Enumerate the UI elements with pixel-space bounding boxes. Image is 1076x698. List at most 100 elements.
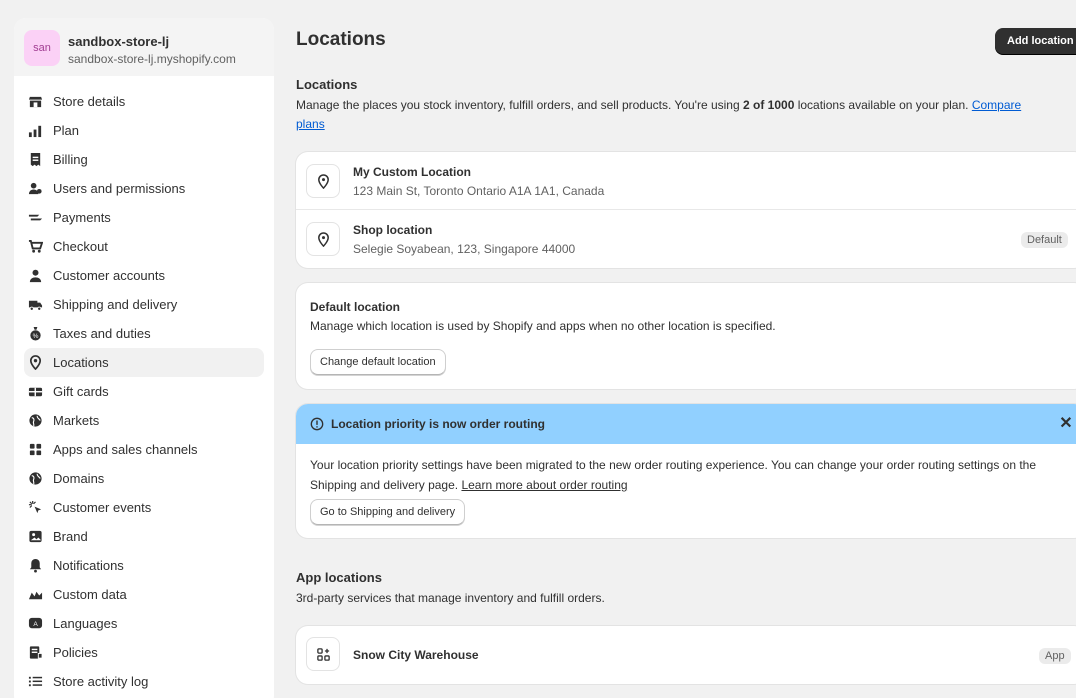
locations-list-card: My Custom Location 123 Main St, Toronto … [296, 152, 1076, 268]
sidebar-item-languages[interactable]: A Languages [14, 609, 274, 638]
add-location-button[interactable]: Add location [995, 28, 1076, 54]
info-icon [310, 417, 324, 431]
sidebar-item-billing[interactable]: Billing [14, 145, 274, 174]
desc-text: locations available on your plan. [794, 98, 972, 112]
brand-icon [27, 529, 43, 545]
sidebar-item-customer-events[interactable]: Customer events [14, 493, 274, 522]
sidebar-item-store-details[interactable]: Store details [14, 87, 274, 116]
sidebar-item-shipping[interactable]: Shipping and delivery [14, 290, 274, 319]
banner-header: Location priority is now order routing [296, 404, 1076, 444]
banner-text: Your location priority settings have bee… [310, 455, 1070, 495]
desc-usage-count: 2 of 1000 [743, 98, 795, 112]
sidebar-item-users[interactable]: Users and permissions [14, 174, 274, 203]
location-address: Selegie Soyabean, 123, Singapore 44000 [353, 242, 576, 256]
order-routing-banner: Location priority is now order routing ✕… [296, 404, 1076, 538]
locations-description: Manage the places you stock inventory, f… [296, 96, 1066, 134]
page-title: Locations [296, 29, 386, 50]
app-locations-heading: App locations [296, 570, 382, 585]
sidebar-item-label: Locations [53, 355, 109, 370]
app-locations-card: Snow City Warehouse App [296, 626, 1076, 684]
sidebar-item-label: Taxes and duties [53, 326, 151, 341]
banner-title: Location priority is now order routing [331, 417, 546, 431]
sidebar-item-label: Checkout [53, 239, 108, 254]
location-pin-icon [306, 164, 340, 198]
app-location-name: Snow City Warehouse [353, 648, 479, 662]
desc-text: Manage the places you stock inventory, f… [296, 98, 743, 112]
sidebar-item-label: Plan [53, 123, 80, 138]
sidebar-item-brand[interactable]: Brand [14, 522, 274, 551]
go-to-shipping-button[interactable]: Go to Shipping and delivery [310, 499, 466, 525]
cart-icon [27, 239, 43, 255]
sidebar-item-label: Domains [53, 471, 105, 486]
default-location-title: Default location [310, 300, 401, 314]
sidebar-item-label: Brand [53, 529, 88, 544]
sidebar-item-checkout[interactable]: Checkout [14, 232, 274, 261]
default-location-text: Manage which location is used by Shopify… [310, 319, 776, 333]
globe-icon [27, 413, 43, 429]
sidebar-item-label: Custom data [53, 587, 127, 602]
users-icon [27, 181, 43, 197]
store-name: sandbox-store-lj [68, 34, 170, 49]
sidebar-item-label: Markets [53, 413, 100, 428]
sidebar-item-label: Customer events [53, 500, 152, 515]
apps-icon [27, 442, 43, 458]
sidebar-item-label: Notifications [53, 558, 124, 573]
list-icon [27, 674, 43, 690]
sidebar-item-label: Store details [53, 94, 126, 109]
app-location-row[interactable]: Snow City Warehouse App [296, 626, 1076, 684]
change-default-location-button[interactable]: Change default location [310, 349, 446, 375]
gift-card-icon [27, 384, 43, 400]
sidebar-item-gift-cards[interactable]: Gift cards [14, 377, 274, 406]
policies-icon [27, 645, 43, 661]
settings-nav: Store details Plan Billing Users and per… [14, 87, 274, 696]
location-row[interactable]: Shop location Selegie Soyabean, 123, Sin… [296, 210, 1076, 268]
default-badge: Default [1021, 232, 1068, 248]
location-row[interactable]: My Custom Location 123 Main St, Toronto … [296, 152, 1076, 210]
sidebar-item-notifications[interactable]: Notifications [14, 551, 274, 580]
sidebar-item-payments[interactable]: Payments [14, 203, 274, 232]
cursor-icon [27, 500, 43, 516]
sidebar-item-customer-accounts[interactable]: Customer accounts [14, 261, 274, 290]
store-domain: sandbox-store-lj.myshopify.com [68, 52, 236, 66]
sidebar-item-domains[interactable]: Domains [14, 464, 274, 493]
app-grid-icon [306, 637, 340, 671]
sidebar-item-taxes[interactable]: % Taxes and duties [14, 319, 274, 348]
sidebar-item-label: Payments [53, 210, 111, 225]
truck-icon [27, 297, 43, 313]
sidebar-item-apps[interactable]: Apps and sales channels [14, 435, 274, 464]
default-location-card: Default location Manage which location i… [296, 283, 1076, 389]
custom-data-icon [27, 587, 43, 603]
sidebar-item-custom-data[interactable]: Custom data [14, 580, 274, 609]
banner-body: Your location priority settings have bee… [310, 458, 1037, 492]
close-icon[interactable]: ✕ [1058, 415, 1074, 433]
settings-sidebar: san sandbox-store-lj sandbox-store-lj.my… [14, 18, 274, 698]
app-locations-description: 3rd-party services that manage inventory… [296, 591, 605, 605]
store-avatar: san [24, 30, 60, 66]
location-name: Shop location [353, 223, 433, 237]
sidebar-item-label: Policies [53, 645, 98, 660]
sidebar-item-activity-log[interactable]: Store activity log [14, 667, 274, 696]
payments-icon [27, 210, 43, 226]
taxes-icon: % [27, 326, 43, 342]
sidebar-item-label: Users and permissions [53, 181, 186, 196]
bell-icon [27, 558, 43, 574]
learn-more-order-routing-link[interactable]: Learn more about order routing [461, 478, 627, 492]
plan-icon [27, 123, 43, 139]
sidebar-item-label: Apps and sales channels [53, 442, 198, 457]
sidebar-item-label: Customer accounts [53, 268, 165, 283]
svg-text:A: A [33, 621, 38, 628]
sidebar-item-markets[interactable]: Markets [14, 406, 274, 435]
language-icon: A [27, 616, 43, 632]
globe-icon [27, 471, 43, 487]
location-address: 123 Main St, Toronto Ontario A1A 1A1, Ca… [353, 184, 605, 198]
app-badge: App [1039, 648, 1071, 664]
location-icon [27, 355, 43, 371]
sidebar-item-policies[interactable]: Policies [14, 638, 274, 667]
sidebar-item-label: Shipping and delivery [53, 297, 178, 312]
sidebar-item-plan[interactable]: Plan [14, 116, 274, 145]
location-name: My Custom Location [353, 165, 472, 179]
sidebar-item-locations[interactable]: Locations [24, 348, 264, 377]
store-switcher[interactable]: san sandbox-store-lj sandbox-store-lj.my… [14, 18, 274, 76]
sidebar-item-label: Languages [53, 616, 118, 631]
store-icon [27, 94, 43, 110]
